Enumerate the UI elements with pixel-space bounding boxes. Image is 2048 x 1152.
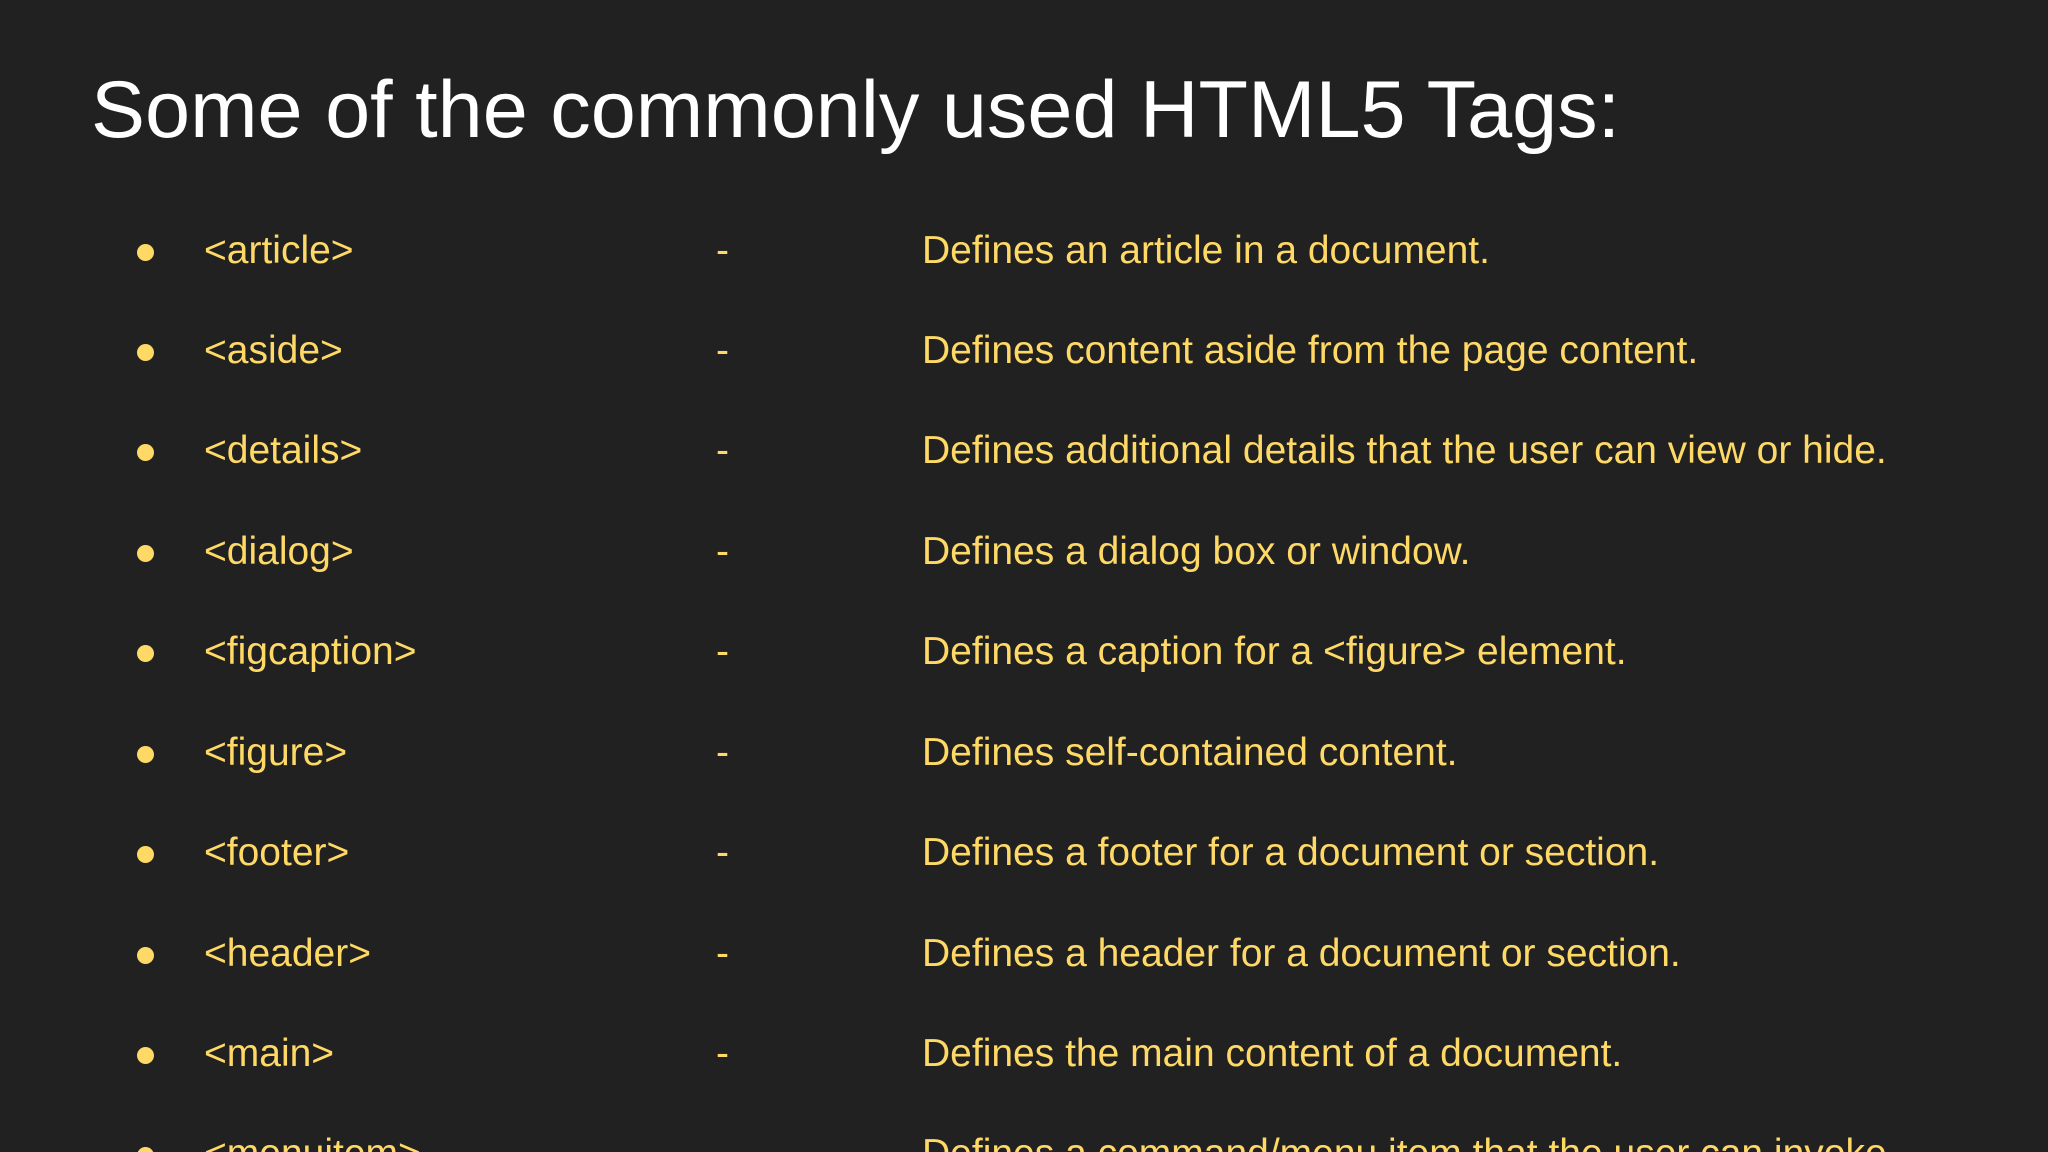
bullet-icon [137,1047,154,1064]
bullet-icon [137,545,154,562]
separator: - [716,229,729,272]
slide: Some of the commonly used HTML5 Tags: <a… [0,0,2048,1152]
list-item: <footer> - Defines a footer for a docume… [0,813,2048,893]
bullet-icon [137,1147,154,1152]
separator: - [716,429,729,472]
tag-description: Defines a command/menu item that the use… [922,1114,1887,1152]
list-item: <main> - Defines the main content of a d… [0,1014,2048,1094]
tag-name: <figure> [204,731,348,774]
list-item: <menuitem> - Defines a command/menu item… [0,1114,2048,1152]
bullet-icon [137,947,154,964]
bullet-icon [137,746,154,763]
bullet-icon [137,846,154,863]
list-item: <figcaption> - Defines a caption for a <… [0,612,2048,692]
tag-description: Defines a caption for a <figure> element… [922,630,1627,673]
list-item: <dialog> - Defines a dialog box or windo… [0,512,2048,592]
tag-name: <main> [204,1032,335,1075]
bullet-icon [137,444,154,461]
slide-title: Some of the commonly used HTML5 Tags: [91,65,1621,155]
tag-name: <figcaption> [204,630,417,673]
list-item: <details> - Defines additional details t… [0,411,2048,491]
tag-description: Defines self-contained content. [922,731,1458,774]
separator: - [716,1114,729,1152]
tag-name: <aside> [204,329,343,372]
tag-description: Defines additional details that the user… [922,429,1887,472]
tag-description: Defines an article in a document. [922,229,1490,272]
tag-name: <header> [204,932,371,975]
separator: - [716,731,729,774]
tag-description: Defines content aside from the page cont… [922,329,1699,372]
bullet-icon [137,645,154,662]
tag-description: Defines the main content of a document. [922,1032,1623,1075]
separator: - [716,1032,729,1075]
tag-description: Defines a header for a document or secti… [922,932,1681,975]
tag-name: <menuitem> [204,1114,421,1152]
tag-name: <footer> [204,831,350,874]
tag-name: <details> [204,429,363,472]
bullet-icon [137,344,154,361]
list-item: <figure> - Defines self-contained conten… [0,713,2048,793]
separator: - [716,932,729,975]
tag-description: Defines a dialog box or window. [922,530,1471,573]
separator: - [716,630,729,673]
tag-description: Defines a footer for a document or secti… [922,831,1660,874]
list-item: <article> - Defines an article in a docu… [0,211,2048,291]
list-item: <header> - Defines a header for a docume… [0,914,2048,994]
tag-name: <dialog> [204,530,354,573]
tag-name: <article> [204,229,354,272]
separator: - [716,329,729,372]
list-item: <aside> - Defines content aside from the… [0,311,2048,391]
separator: - [716,530,729,573]
bullet-icon [137,244,154,261]
separator: - [716,831,729,874]
